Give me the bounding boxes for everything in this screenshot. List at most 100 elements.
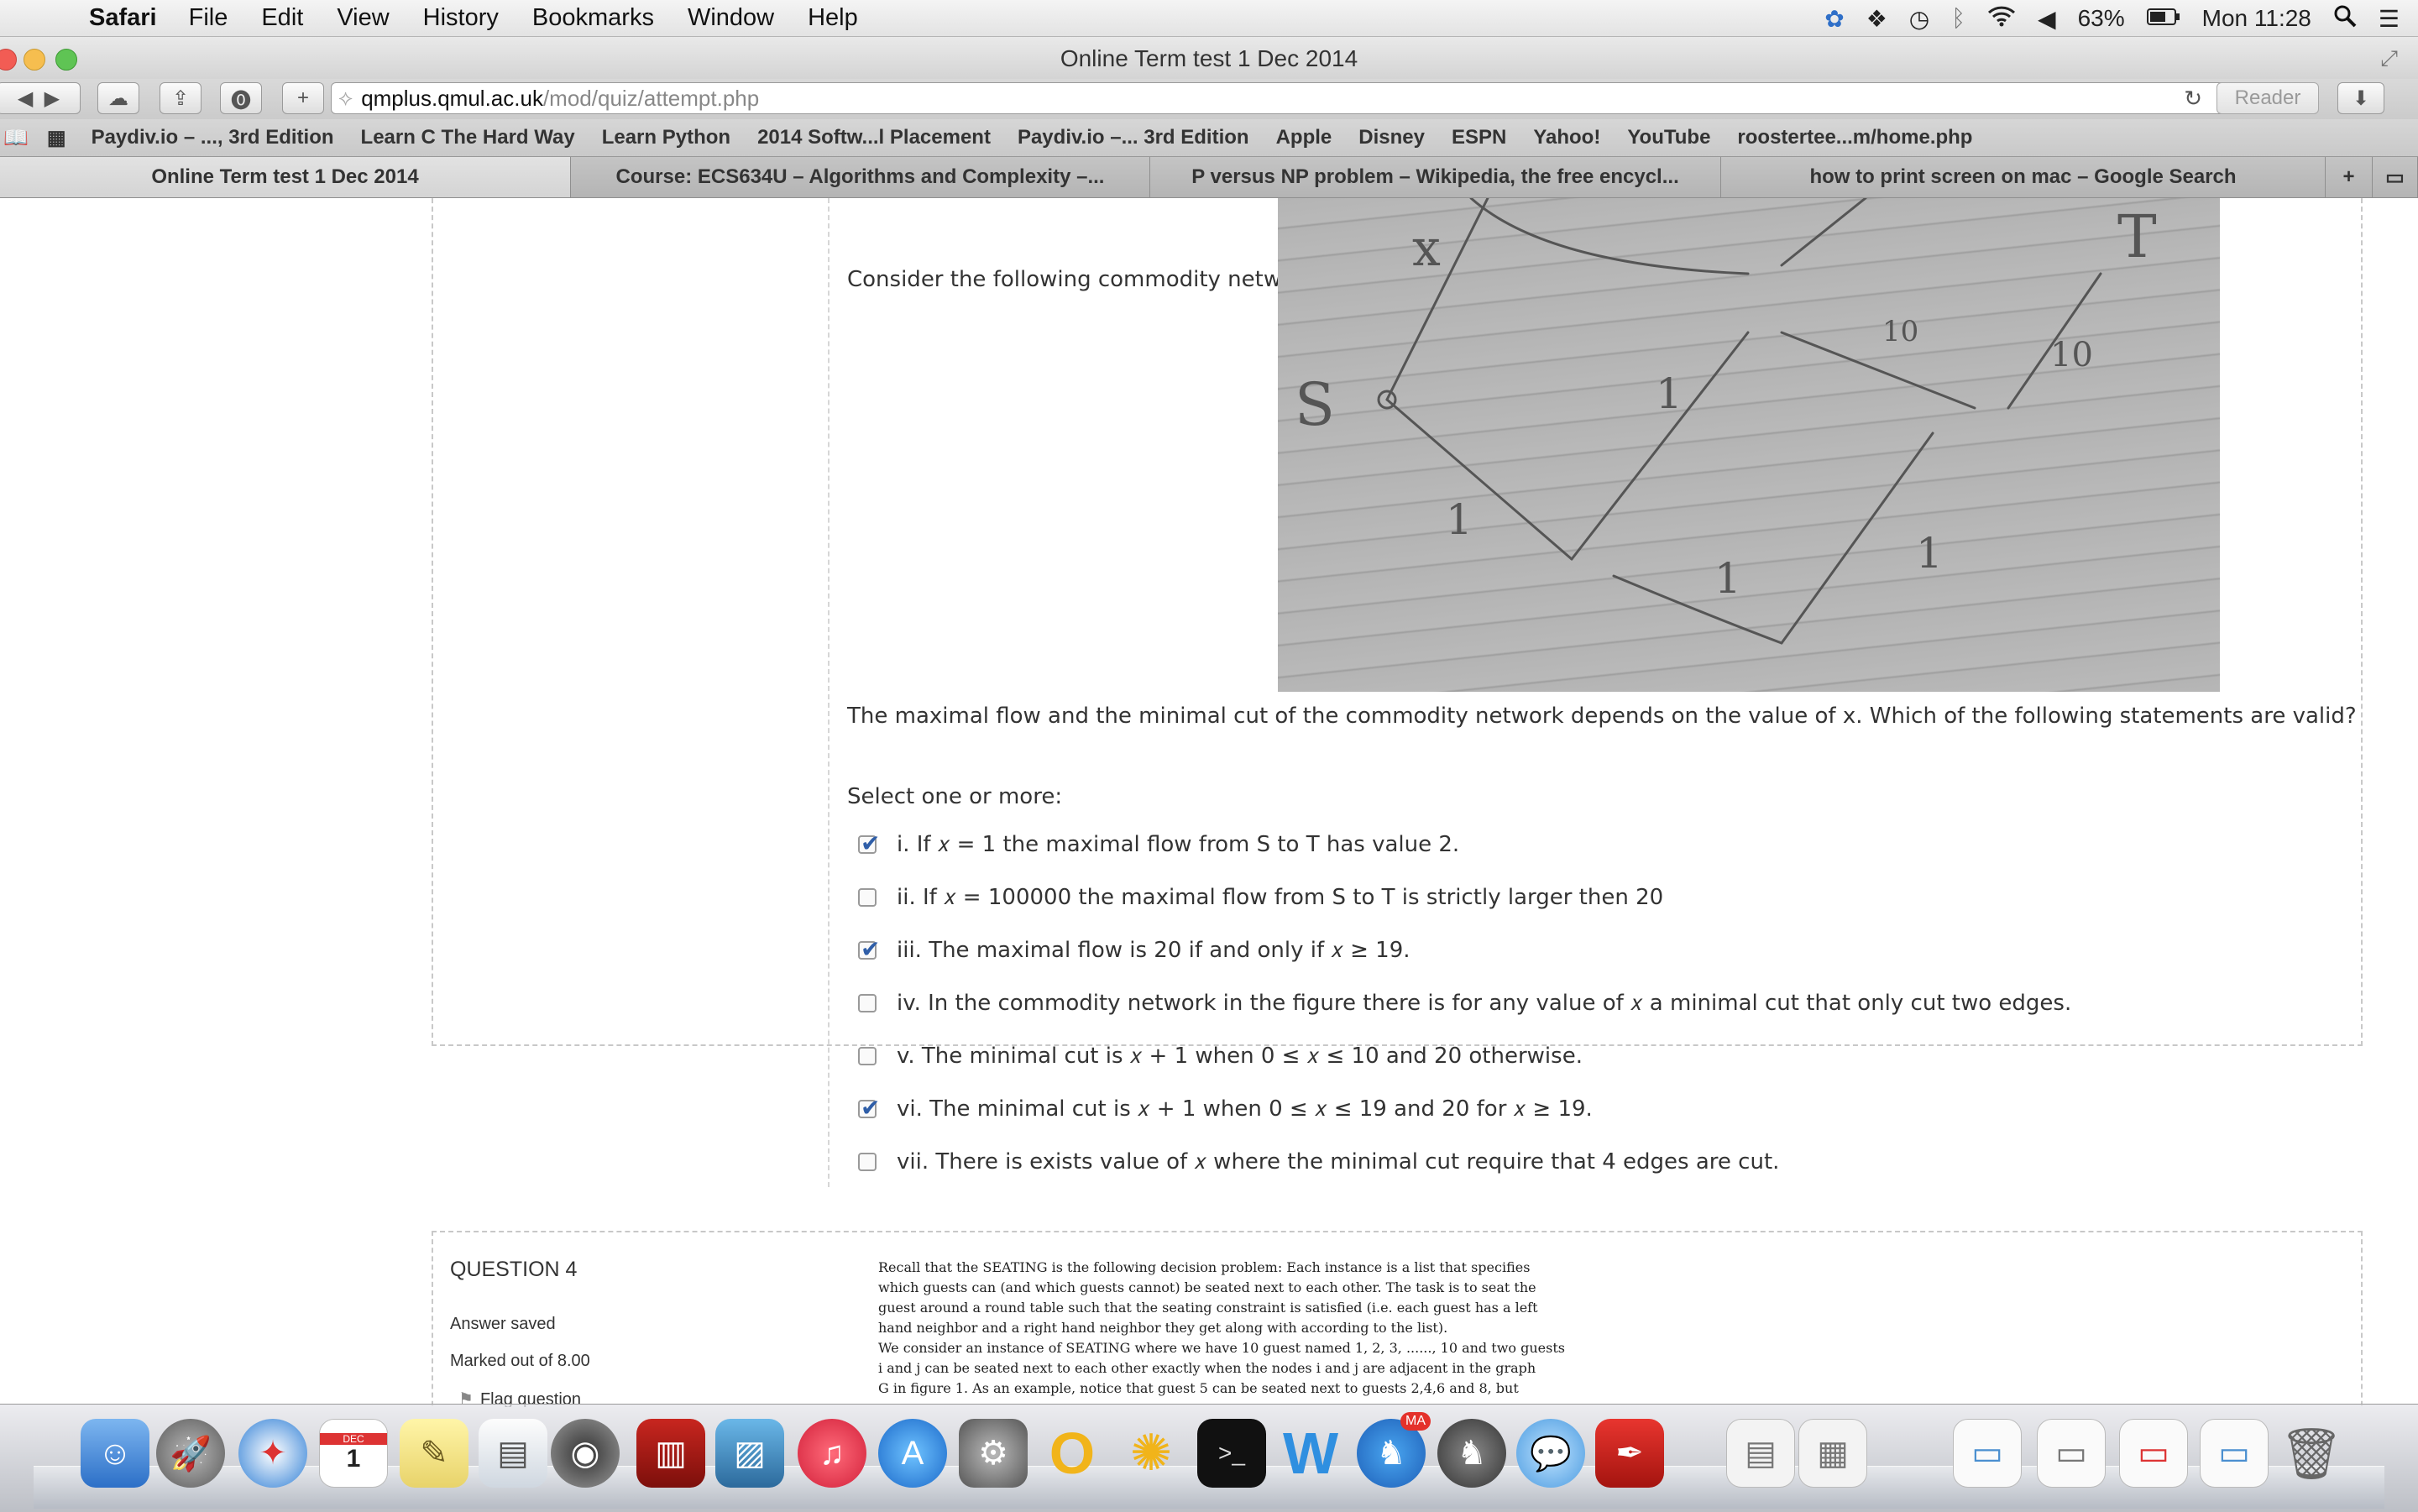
- system-preferences-icon[interactable]: ⚙: [959, 1419, 1028, 1488]
- option-vi-label[interactable]: vi. The minimal cut is 𝑥 + 1 when 0 ≤ 𝑥 …: [897, 1096, 1593, 1122]
- bookmark-11[interactable]: roostertee...m/home.php: [1737, 126, 1972, 149]
- minimized-window-1-icon[interactable]: ▭: [1953, 1419, 2022, 1488]
- elephant-menu-icon[interactable]: ✿: [1824, 5, 1844, 33]
- bookmark-7[interactable]: Disney: [1358, 126, 1425, 149]
- answer-option-v[interactable]: v. The minimal cut is 𝑥 + 1 when 0 ≤ 𝑥 ≤…: [858, 1039, 1583, 1073]
- option-iv-checkbox[interactable]: [858, 994, 877, 1012]
- word-icon[interactable]: W: [1276, 1419, 1345, 1488]
- trash-icon[interactable]: 🗑: [2277, 1419, 2346, 1488]
- option-iv-label[interactable]: iv. In the commodity network in the figu…: [897, 991, 2071, 1017]
- menu-history[interactable]: History: [423, 4, 499, 32]
- answer-option-vi[interactable]: vi. The minimal cut is 𝑥 + 1 when 0 ≤ 𝑥 …: [858, 1092, 1593, 1126]
- new-tab-plus-icon[interactable]: +: [2326, 157, 2373, 197]
- tab-overview-icon[interactable]: ▭: [2373, 157, 2418, 197]
- calendar-icon[interactable]: DEC 1: [319, 1419, 388, 1488]
- bookmark-3[interactable]: Learn Python: [602, 126, 730, 149]
- mamp-icon[interactable]: MA ♞: [1357, 1412, 1431, 1488]
- bookmark-2[interactable]: Learn C The Hard Way: [361, 126, 575, 149]
- icloud-tabs-button[interactable]: ☁: [97, 82, 139, 114]
- fullscreen-icon[interactable]: ⤢: [2380, 45, 2398, 72]
- answer-option-iii[interactable]: iii. The maximal flow is 20 if and only …: [858, 934, 1410, 967]
- menu-app-safari[interactable]: Safari: [89, 4, 157, 32]
- reading-list-icon[interactable]: 📖: [3, 126, 29, 150]
- address-bar[interactable]: ⟡ qmplus.qmul.ac.uk/mod/quiz/attempt.php…: [331, 82, 2270, 114]
- tab-p-vs-np[interactable]: P versus NP problem – Wikipedia, the fre…: [1150, 157, 1721, 197]
- bookmark-8[interactable]: ESPN: [1452, 126, 1506, 149]
- dropbox-icon[interactable]: ❖: [1866, 5, 1887, 33]
- option-vii-label[interactable]: vii. There is exists value of 𝑥 where th…: [897, 1149, 1779, 1175]
- wifi-icon[interactable]: [1987, 5, 2016, 33]
- notification-center-icon[interactable]: ☰: [2379, 5, 2400, 33]
- menu-bookmarks[interactable]: Bookmarks: [532, 4, 654, 32]
- finder-icon[interactable]: ☺: [81, 1419, 149, 1488]
- stickies-icon[interactable]: ✎: [400, 1419, 468, 1488]
- acrobat-icon[interactable]: ✒: [1595, 1419, 1664, 1488]
- option-v-checkbox[interactable]: [858, 1047, 877, 1065]
- preview-icon[interactable]: ▤: [479, 1419, 547, 1488]
- document-stack-icon[interactable]: ▤: [1726, 1419, 1795, 1488]
- photo-booth-curtain-icon[interactable]: ▥: [636, 1419, 705, 1488]
- question-divider: [828, 198, 830, 1187]
- minimized-window-2-icon[interactable]: ▭: [2037, 1419, 2106, 1488]
- volume-icon[interactable]: ◀: [2038, 5, 2056, 33]
- option-i-label[interactable]: i. If 𝑥 = 1 the maximal flow from S to T…: [897, 832, 1459, 858]
- reader-button[interactable]: Reader: [2216, 82, 2319, 114]
- reload-icon[interactable]: ↻: [2184, 86, 2202, 112]
- itunes-icon[interactable]: ♫: [798, 1419, 866, 1488]
- menu-window[interactable]: Window: [688, 4, 774, 32]
- minimized-window-3-icon[interactable]: ▭: [2119, 1419, 2188, 1488]
- spotlight-search-icon[interactable]: [2333, 4, 2357, 34]
- answer-option-vii[interactable]: vii. There is exists value of 𝑥 where th…: [858, 1145, 1779, 1179]
- webkit-icon[interactable]: ✺: [1117, 1419, 1185, 1488]
- launchpad-icon[interactable]: 🚀: [156, 1419, 225, 1488]
- downloads-button[interactable]: ⬇: [2337, 82, 2384, 114]
- menu-edit[interactable]: Edit: [261, 4, 303, 32]
- bookmark-9[interactable]: Yahoo!: [1533, 126, 1600, 149]
- time-machine-icon[interactable]: ◷: [1909, 5, 1929, 33]
- top-sites-icon[interactable]: ▦: [47, 126, 66, 150]
- menu-file[interactable]: File: [189, 4, 228, 32]
- photo-booth-icon[interactable]: ◉: [551, 1419, 620, 1488]
- messages-icon[interactable]: 💬: [1516, 1419, 1585, 1488]
- terminal-icon[interactable]: >_: [1197, 1419, 1266, 1488]
- mamp-folder-icon[interactable]: ▦: [1798, 1419, 1867, 1488]
- bookmark-4[interactable]: 2014 Softw...l Placement: [757, 126, 991, 149]
- mamp-pro-icon[interactable]: ♞: [1437, 1419, 1506, 1488]
- bookmark-1[interactable]: Paydiv.io – ..., 3rd Edition: [92, 126, 334, 149]
- back-forward-buttons[interactable]: ◀ ▶: [0, 82, 81, 114]
- bookmark-6[interactable]: Apple: [1276, 126, 1332, 149]
- bookmark-10[interactable]: YouTube: [1627, 126, 1710, 149]
- option-v-label[interactable]: v. The minimal cut is 𝑥 + 1 when 0 ≤ 𝑥 ≤…: [897, 1044, 1583, 1070]
- menu-view[interactable]: View: [337, 4, 389, 32]
- option-vii-checkbox[interactable]: [858, 1153, 877, 1171]
- extension-button[interactable]: ⓿: [220, 82, 262, 114]
- tab-google-search[interactable]: how to print screen on mac – Google Sear…: [1721, 157, 2326, 197]
- clock[interactable]: Mon 11:28: [2202, 5, 2311, 32]
- share-icon: ⇪: [171, 86, 190, 110]
- bookmark-5[interactable]: Paydiv.io –... 3rd Edition: [1018, 126, 1249, 149]
- option-ii-label[interactable]: ii. If 𝑥 = 100000 the maximal flow from …: [897, 885, 1663, 911]
- option-ii-checkbox[interactable]: [858, 888, 877, 907]
- menu-help[interactable]: Help: [808, 4, 858, 32]
- safari-icon[interactable]: ✦: [238, 1419, 307, 1488]
- app-store-icon[interactable]: A: [878, 1419, 947, 1488]
- bluetooth-icon[interactable]: ᛒ: [1951, 5, 1965, 32]
- battery-percent[interactable]: 63%: [2078, 5, 2125, 32]
- answer-option-ii[interactable]: ii. If 𝑥 = 100000 the maximal flow from …: [858, 881, 1663, 914]
- tab-online-term-test[interactable]: Online Term test 1 Dec 2014: [0, 157, 571, 197]
- option-iii-checkbox[interactable]: [858, 935, 880, 963]
- iphoto-icon[interactable]: ▨: [715, 1419, 784, 1488]
- option-iii-label[interactable]: iii. The maximal flow is 20 if and only …: [897, 938, 1410, 964]
- option-vi-checkbox[interactable]: [858, 1094, 880, 1122]
- forward-icon[interactable]: ▶: [44, 86, 60, 111]
- tab-course-ecs634u[interactable]: Course: ECS634U – Algorithms and Complex…: [571, 157, 1150, 197]
- new-tab-button[interactable]: +: [282, 82, 324, 114]
- answer-option-iv[interactable]: iv. In the commodity network in the figu…: [858, 986, 2071, 1020]
- battery-icon[interactable]: [2146, 5, 2180, 32]
- minimized-window-4-icon[interactable]: ▭: [2200, 1419, 2269, 1488]
- back-icon[interactable]: ◀: [18, 86, 33, 111]
- share-button[interactable]: ⇪: [160, 82, 202, 114]
- option-i-checkbox[interactable]: [858, 829, 880, 857]
- opera-icon[interactable]: O: [1038, 1419, 1107, 1488]
- answer-option-i[interactable]: i. If 𝑥 = 1 the maximal flow from S to T…: [858, 828, 1459, 861]
